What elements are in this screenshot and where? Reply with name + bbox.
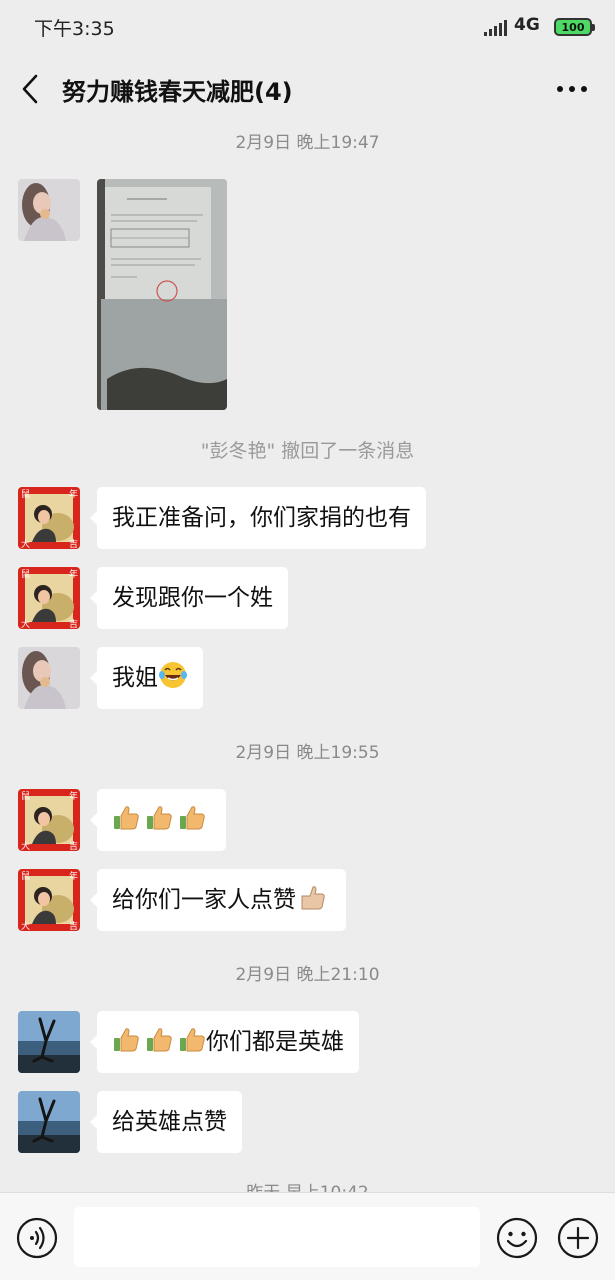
message-bubble[interactable]: 给英雄点赞 bbox=[90, 1091, 242, 1153]
avatar[interactable] bbox=[18, 179, 80, 241]
status-time: 下午3:35 bbox=[34, 18, 115, 40]
network-type: 4G bbox=[514, 15, 540, 35]
document-photo-message[interactable] bbox=[97, 179, 227, 410]
message-text: 发现跟你一个姓 bbox=[112, 585, 273, 611]
avatar-label: 鼠 bbox=[21, 870, 30, 882]
avatar-label: 年 bbox=[69, 568, 78, 580]
message-bubble[interactable]: 我正准备问，你们家捐的也有 bbox=[90, 487, 426, 549]
avatar[interactable] bbox=[18, 1011, 80, 1073]
avatar-label: 鼠 bbox=[21, 568, 30, 580]
avatar[interactable] bbox=[18, 1091, 80, 1153]
avatar-label: 鼠 bbox=[21, 790, 30, 802]
avatar-label: 吉 bbox=[69, 539, 78, 549]
avatar-label: 大 bbox=[21, 618, 30, 629]
avatar-label: 年 bbox=[69, 488, 78, 500]
emoji-icon[interactable] bbox=[496, 1217, 538, 1259]
tears-of-joy-emoji-icon bbox=[159, 662, 187, 688]
avatar[interactable]: 鼠 年 大 吉 bbox=[18, 869, 80, 931]
thumbs-up-emoji-icon bbox=[114, 806, 139, 830]
message-text: 你们都是英雄 bbox=[206, 1029, 344, 1055]
avatar-woman-photo bbox=[18, 647, 80, 709]
chat-header: 努力赚钱春天减肥(4) bbox=[0, 52, 615, 126]
avatar-label: 年 bbox=[69, 870, 78, 882]
message-text: 给你们一家人点赞 bbox=[112, 887, 296, 913]
more-dots-icon[interactable] bbox=[552, 78, 592, 100]
avatar[interactable]: 鼠 年 大 吉 bbox=[18, 487, 80, 549]
avatar-woman-photo bbox=[18, 179, 80, 241]
thumbs-up-emoji-icon bbox=[114, 1028, 139, 1052]
recall-notice: "彭冬艳" 撤回了一条消息 bbox=[200, 440, 415, 462]
avatar-label: 吉 bbox=[69, 921, 78, 931]
avatar-label: 年 bbox=[69, 790, 78, 802]
avatar-label: 吉 bbox=[69, 841, 78, 851]
thumbs-up-emoji-icon bbox=[180, 806, 205, 830]
avatar-label: 大 bbox=[21, 538, 30, 549]
document-photo bbox=[97, 179, 227, 410]
message-input[interactable] bbox=[74, 1207, 480, 1267]
message-text: 我正准备问，你们家捐的也有 bbox=[112, 505, 411, 531]
avatar-new-year-frame: 鼠 年 大 吉 bbox=[18, 487, 80, 549]
avatar-label: 大 bbox=[21, 920, 30, 931]
message-timestamp: 2月9日 晚上19:55 bbox=[235, 743, 380, 763]
thumbs-up-emoji-icon bbox=[180, 1028, 205, 1052]
message-bubble[interactable]: 发现跟你一个姓 bbox=[90, 567, 288, 629]
message-bubble[interactable]: 我姐 bbox=[90, 647, 203, 709]
avatar-new-year-frame: 鼠 年 大 吉 bbox=[18, 789, 80, 851]
message-bubble[interactable] bbox=[90, 789, 226, 851]
thumbs-up-emoji-icon bbox=[147, 1028, 172, 1052]
avatar[interactable] bbox=[18, 647, 80, 709]
avatar-yoga-photo bbox=[18, 1011, 80, 1073]
battery-level: 100 bbox=[561, 20, 585, 34]
signal-icon bbox=[484, 20, 507, 36]
thumbs-up-emoji-icon bbox=[147, 806, 172, 830]
avatar-new-year-frame: 鼠 年 大 吉 bbox=[18, 869, 80, 931]
avatar-label: 吉 bbox=[69, 619, 78, 629]
message-timestamp: 2月9日 晚上21:10 bbox=[235, 965, 380, 985]
avatar[interactable]: 鼠 年 大 吉 bbox=[18, 789, 80, 851]
thumbs-up-emoji-icon bbox=[301, 886, 325, 910]
input-bar bbox=[0, 1192, 615, 1280]
voice-icon[interactable] bbox=[16, 1217, 58, 1259]
avatar-label: 鼠 bbox=[21, 488, 30, 500]
message-bubble[interactable]: 你们都是英雄 bbox=[90, 1011, 359, 1073]
avatar-yoga-photo bbox=[18, 1091, 80, 1153]
message-timestamp: 昨天 早上10:42 bbox=[0, 1183, 615, 1192]
plus-icon[interactable] bbox=[557, 1217, 599, 1259]
avatar-new-year-frame: 鼠 年 大 吉 bbox=[18, 567, 80, 629]
avatar[interactable]: 鼠 年 大 吉 bbox=[18, 567, 80, 629]
message-bubble[interactable]: 给你们一家人点赞 bbox=[90, 869, 346, 931]
chat-title: 努力赚钱春天减肥(4) bbox=[62, 78, 293, 106]
message-text: 给英雄点赞 bbox=[112, 1109, 227, 1135]
message-timestamp: 2月9日 晚上19:47 bbox=[235, 133, 380, 153]
back-arrow-icon[interactable] bbox=[16, 72, 46, 106]
avatar-label: 大 bbox=[21, 840, 30, 851]
status-bar: 下午3:35 4G 100 bbox=[0, 0, 615, 52]
message-text: 我姐 bbox=[112, 665, 158, 691]
battery-icon: 100 bbox=[554, 18, 595, 36]
